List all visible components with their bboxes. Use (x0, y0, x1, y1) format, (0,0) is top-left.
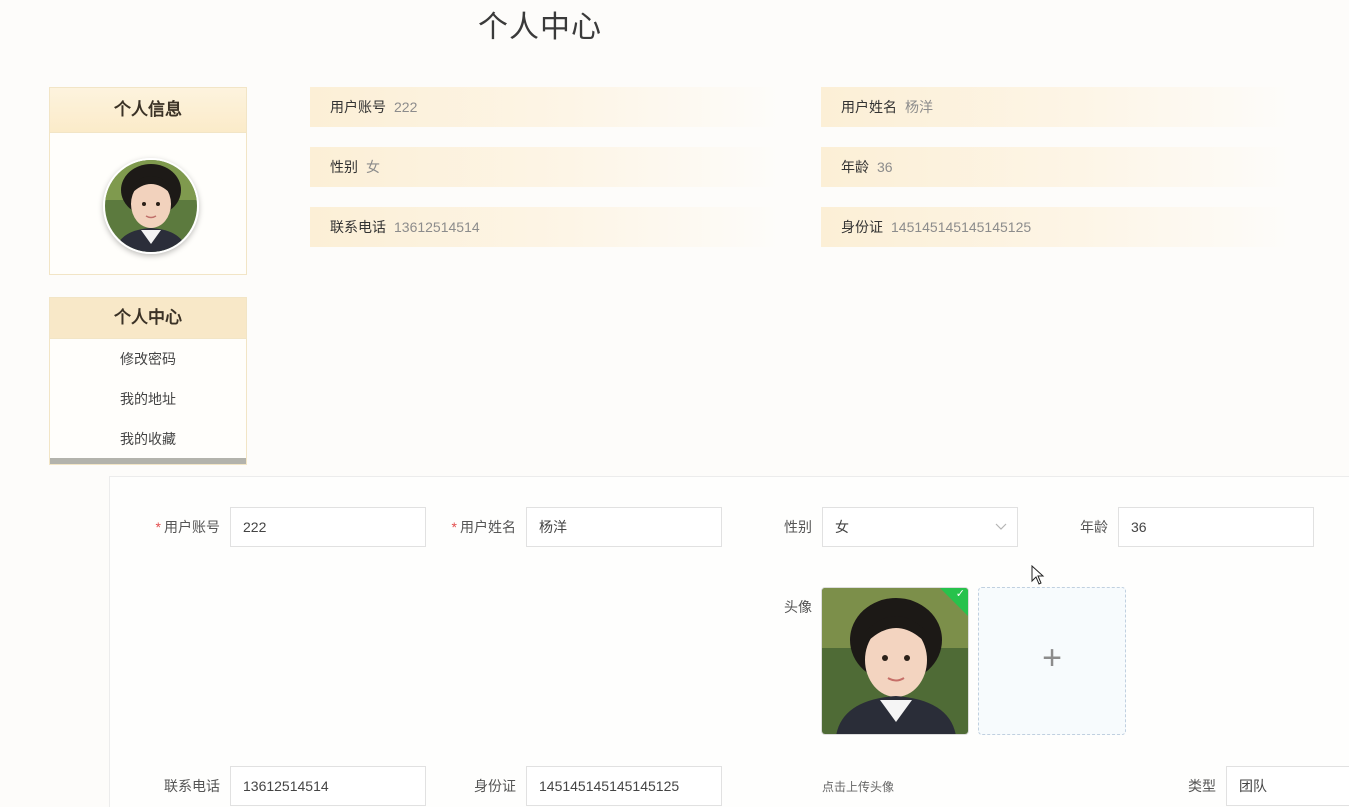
info-name-value: 杨洋 (905, 99, 933, 115)
form-age-label: 年龄 (1080, 519, 1108, 535)
info-id-card-label: 身份证 (841, 219, 883, 235)
form-account-label: * 用户账号 (155, 519, 220, 535)
page-title: 个人中心 (478, 11, 602, 44)
uploaded-avatar-thumbnail[interactable]: ✓ (821, 587, 969, 735)
check-icon: ✓ (955, 588, 965, 600)
info-age-value: 36 (877, 159, 893, 175)
gender-select-value: 女 (835, 519, 849, 535)
personal-info-title: 个人信息 (50, 88, 246, 133)
personal-info-card: 个人信息 (49, 87, 247, 275)
info-name-label: 用户姓名 (841, 99, 897, 115)
scrollbar[interactable] (50, 458, 246, 464)
info-phone: 联系电话 13612514514 (310, 207, 780, 247)
personal-center-title: 个人中心 (50, 298, 246, 339)
info-name: 用户姓名 杨洋 (821, 87, 1291, 127)
form-name-label: * 用户姓名 (451, 519, 516, 535)
type-select[interactable]: 团队 (1226, 766, 1349, 806)
upload-hint: 点击上传头像 (822, 780, 895, 794)
id-card-input[interactable]: 145145145145145125 (526, 766, 722, 806)
chevron-down-icon (995, 508, 1007, 561)
upload-avatar-button[interactable]: + (978, 587, 1126, 735)
menu-item-change-password[interactable]: 修改密码 (50, 339, 246, 379)
account-input[interactable]: 222 (230, 507, 426, 547)
age-input[interactable]: 36 (1118, 507, 1314, 547)
info-phone-value: 13612514514 (394, 219, 480, 235)
form-gender-label: 性别 (784, 519, 812, 535)
info-age: 年龄 36 (821, 147, 1291, 187)
info-account: 用户账号 222 (310, 87, 780, 127)
info-phone-label: 联系电话 (330, 219, 386, 235)
personal-center-menu: 个人中心 修改密码 我的地址 我的收藏 (49, 297, 247, 465)
phone-input[interactable]: 13612514514 (230, 766, 426, 806)
form-avatar-label: 头像 (784, 599, 812, 615)
form-id-card-label: 身份证 (474, 778, 516, 794)
info-gender-value: 女 (366, 159, 380, 175)
info-id-card: 身份证 145145145145145125 (821, 207, 1291, 247)
info-account-value: 222 (394, 99, 418, 115)
avatar (103, 158, 199, 254)
info-age-label: 年龄 (841, 159, 869, 175)
info-id-card-value: 145145145145145125 (891, 219, 1032, 235)
plus-icon: + (1042, 639, 1062, 677)
info-gender: 性别女 (310, 147, 780, 187)
form-phone-label: 联系电话 (164, 778, 220, 794)
name-input[interactable]: 杨洋 (526, 507, 722, 547)
menu-item-my-address[interactable]: 我的地址 (50, 379, 246, 419)
form-type-label: 类型 (1188, 778, 1216, 794)
mouse-cursor-icon (1031, 564, 1045, 590)
info-gender-label: 性别 (330, 159, 358, 175)
menu-item-my-favorites[interactable]: 我的收藏 (50, 419, 246, 459)
gender-select[interactable]: 女 (822, 507, 1018, 547)
info-account-label: 用户账号 (330, 99, 386, 115)
